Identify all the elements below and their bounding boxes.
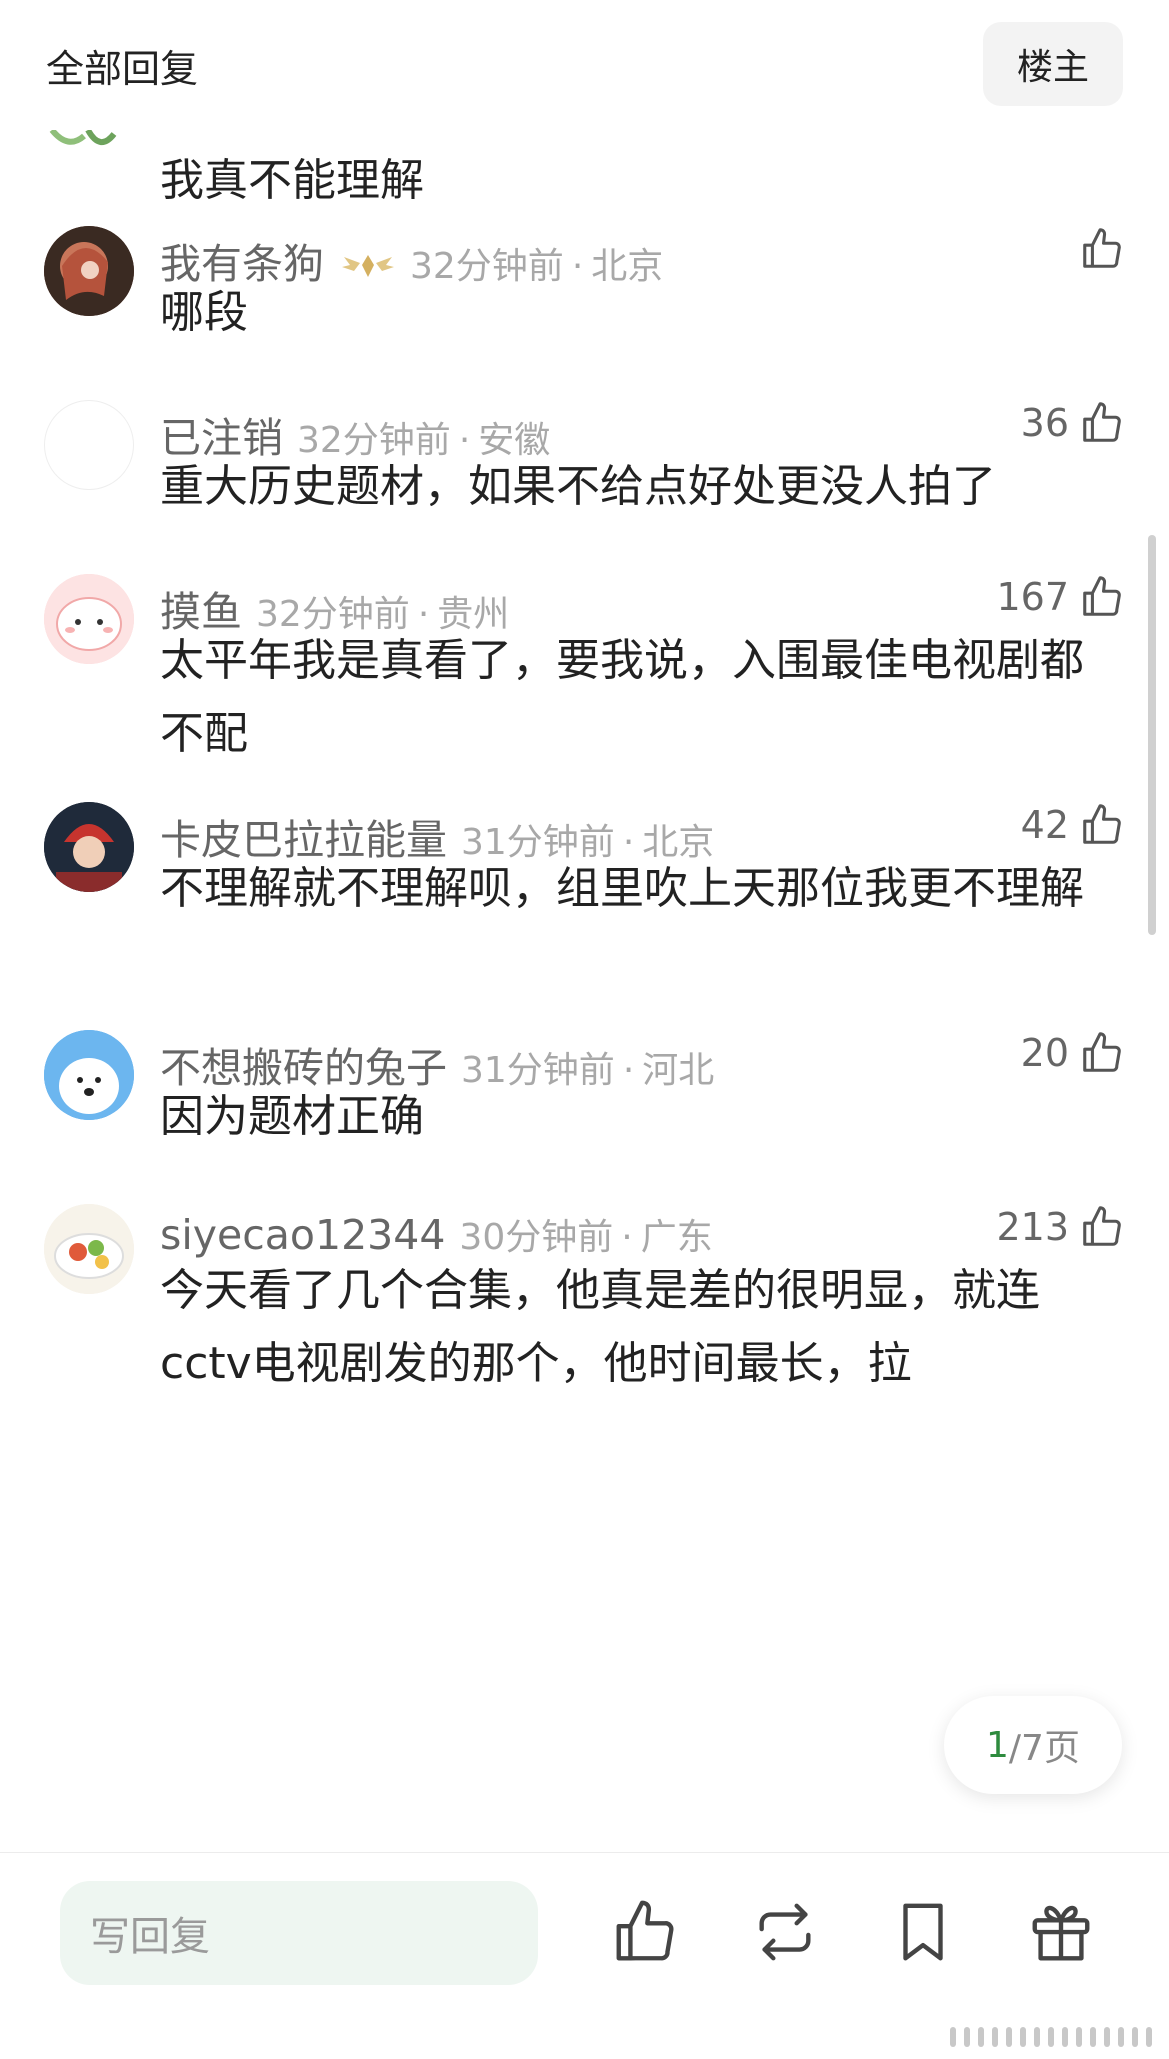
like-count: 42 [1020, 803, 1069, 847]
op-only-button[interactable]: 楼主 [983, 22, 1123, 106]
current-page: 1 [986, 1724, 1009, 1766]
like-count: 36 [1020, 401, 1069, 445]
header: 全部回复 楼主 [0, 0, 1169, 118]
reply-input[interactable]: 写回复 [60, 1881, 538, 1985]
page-indicator[interactable]: 1/7页 [944, 1696, 1122, 1794]
like-button[interactable]: 36 [1021, 400, 1125, 446]
like-count: 167 [996, 575, 1069, 619]
meta-separator: · [621, 1217, 633, 1258]
list-item: 我真不能理解 [0, 118, 1169, 218]
like-button[interactable]: 20 [1021, 1030, 1125, 1076]
avatar[interactable] [44, 1204, 134, 1294]
gift-icon[interactable] [1026, 1897, 1096, 1967]
home-indicator [950, 2025, 1160, 2049]
thumb-up-icon[interactable] [610, 1897, 680, 1967]
like-count: 213 [996, 1205, 1069, 1249]
bottom-bar: 写回复 [0, 1852, 1169, 2059]
comment-location: 广东 [640, 1217, 713, 1258]
like-button[interactable]: 213 [996, 1204, 1125, 1250]
thumb-up-icon [1083, 576, 1121, 616]
comment-text: 我真不能理解 [160, 155, 424, 206]
repost-icon[interactable] [750, 1897, 820, 1967]
avatar[interactable] [44, 226, 134, 316]
thumb-up-icon [1083, 402, 1121, 442]
thumb-up-icon [1083, 1032, 1121, 1072]
scrollbar[interactable] [1148, 535, 1156, 935]
like-button[interactable] [1069, 226, 1125, 272]
thumb-up-icon [1083, 228, 1121, 268]
comment-text: 因为题材正确 [160, 1091, 424, 1142]
like-count: 20 [1020, 1031, 1069, 1075]
avatar[interactable] [44, 574, 134, 664]
avatar[interactable] [44, 802, 134, 892]
thumb-up-icon [1083, 804, 1121, 844]
comment-text: 重大历史题材，如果不给点好处更没人拍了 [160, 461, 996, 512]
comment-text: 哪段 [160, 287, 248, 338]
avatar[interactable] [44, 1030, 134, 1120]
username[interactable]: siyecao12344 [160, 1211, 445, 1259]
total-pages: /7页 [1008, 1728, 1080, 1769]
like-button[interactable]: 167 [996, 574, 1125, 620]
comment-text: 太平年我是真看了，要我说，入围最佳电视剧都不配 [160, 635, 1084, 759]
comment-time: 30分钟前 [459, 1217, 614, 1258]
thumb-up-icon [1083, 1206, 1121, 1246]
page-title: 全部回复 [46, 47, 199, 91]
comment-text: 不理解就不理解呗，组里吹上天那位我更不理解 [160, 863, 1084, 914]
comment-text: 今天看了几个合集，他真是差的很明显，就连cctv电视剧发的那个，他时间最长，拉 [160, 1265, 1040, 1389]
avatar[interactable] [44, 400, 134, 490]
bookmark-icon[interactable] [888, 1897, 958, 1967]
avatar[interactable] [48, 130, 134, 150]
like-button[interactable]: 42 [1021, 802, 1125, 848]
